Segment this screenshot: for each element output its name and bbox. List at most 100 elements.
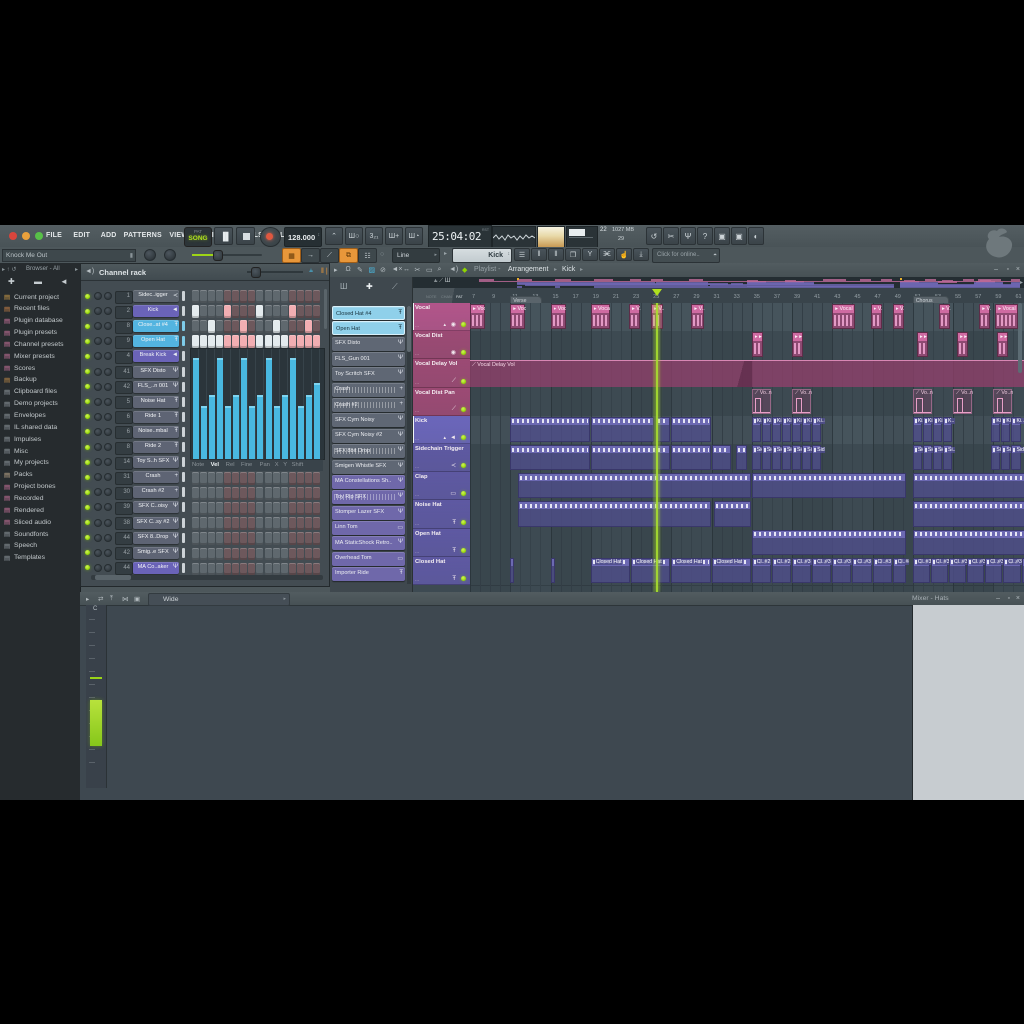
channel-target-box[interactable]: 30 bbox=[115, 487, 133, 500]
step-cell[interactable] bbox=[216, 487, 223, 500]
step-cell[interactable] bbox=[224, 502, 231, 515]
step-cell[interactable] bbox=[313, 472, 320, 485]
step-cell[interactable] bbox=[216, 532, 223, 545]
pattern-stepper[interactable]: ↕ bbox=[508, 251, 511, 257]
channel-button[interactable]: Smig..e SFXΨ bbox=[133, 547, 179, 559]
picker-item[interactable]: Smigen Whistle SFXΨ bbox=[332, 460, 405, 474]
undo-button[interactable]: ↺ bbox=[646, 227, 662, 245]
channel-volume-knob[interactable] bbox=[104, 428, 112, 436]
step-cell[interactable] bbox=[297, 532, 304, 545]
play-button[interactable]: ▐▌ bbox=[214, 227, 233, 245]
step-cell[interactable] bbox=[313, 563, 320, 576]
automation-icon[interactable]: ⟋ bbox=[452, 378, 456, 385]
mixer-minimize-button[interactable]: – bbox=[996, 595, 1000, 602]
picker-item[interactable]: Toy Scritch SFXΨ bbox=[332, 367, 405, 381]
velocity-bar[interactable] bbox=[249, 406, 255, 459]
pattern-clip[interactable]: Ki..#2 bbox=[991, 417, 1000, 442]
browser-item[interactable]: ▤Backup bbox=[0, 375, 80, 386]
detach-icon[interactable]: ▸ bbox=[86, 595, 89, 603]
master-volume-knob[interactable] bbox=[144, 249, 156, 261]
step-cell[interactable] bbox=[256, 517, 263, 530]
pattern-clip[interactable]: Cl..#3 bbox=[1003, 558, 1020, 583]
audio-clip[interactable]: ▸ V..l bbox=[629, 304, 640, 329]
pencil-tool-icon[interactable]: ✎ bbox=[357, 266, 363, 274]
step-cell[interactable] bbox=[281, 517, 288, 530]
picker-item[interactable]: Closed Hat #4Ŧ bbox=[332, 306, 405, 320]
channel-volume-knob[interactable] bbox=[104, 368, 112, 376]
channel-volume-knob[interactable] bbox=[104, 337, 112, 345]
channel-target-box[interactable]: 6 bbox=[115, 426, 133, 439]
pattern-selector[interactable]: Kick↕ bbox=[452, 248, 512, 263]
graph-target-y[interactable]: Y bbox=[283, 462, 287, 468]
step-cell[interactable] bbox=[224, 548, 231, 561]
channel-volume-knob[interactable] bbox=[104, 534, 112, 542]
audio-clip[interactable]: ▸ Vocal bbox=[591, 304, 610, 329]
pattern-clip[interactable] bbox=[671, 417, 710, 442]
picker-item[interactable]: SFX DistoΨ bbox=[332, 337, 405, 351]
channel-button[interactable]: Break Kick◄ bbox=[133, 350, 179, 362]
step-cell[interactable] bbox=[224, 532, 231, 545]
window-minimize-dot[interactable] bbox=[22, 232, 30, 240]
pattern-clip[interactable] bbox=[510, 445, 590, 470]
step-mode-icon[interactable]: ‖❘ bbox=[321, 267, 330, 275]
step-cell[interactable] bbox=[313, 517, 320, 530]
pattern-clip[interactable]: Sid..2 bbox=[923, 445, 932, 470]
pattern-clip[interactable] bbox=[518, 501, 710, 526]
tempo-stepper[interactable]: ↕ bbox=[318, 232, 321, 238]
pattern-clip[interactable]: Sid..2 bbox=[772, 445, 781, 470]
swing-slider-thumb[interactable] bbox=[251, 267, 261, 278]
channel-pan-knob[interactable] bbox=[94, 488, 102, 496]
step-cell[interactable] bbox=[192, 290, 199, 303]
pattern-clip[interactable] bbox=[913, 530, 1024, 555]
velocity-bar[interactable] bbox=[282, 395, 288, 459]
picker-item[interactable]: MA StaticShock Retro..Ψ bbox=[332, 536, 405, 550]
channel-led[interactable] bbox=[85, 565, 90, 570]
playhead-marker[interactable] bbox=[652, 289, 662, 296]
menu-item-file[interactable]: FILE bbox=[46, 232, 62, 239]
magnet-icon[interactable]: Ω bbox=[346, 266, 351, 273]
channel-volume-knob[interactable] bbox=[104, 413, 112, 421]
pattern-clip[interactable]: Cl..#3 bbox=[949, 558, 966, 583]
step-cell[interactable] bbox=[224, 320, 231, 333]
step-cell[interactable] bbox=[281, 532, 288, 545]
step-cell[interactable] bbox=[273, 517, 280, 530]
pattern-clip[interactable]: Ki..#2 bbox=[1011, 417, 1020, 442]
step-cell[interactable] bbox=[265, 290, 272, 303]
browser-tab-plugins[interactable]: ◄ bbox=[60, 277, 68, 286]
pattern-clip[interactable]: Sid..2 bbox=[792, 445, 801, 470]
audio-clip[interactable]: ▸ V..l bbox=[979, 304, 990, 329]
step-cell[interactable] bbox=[240, 502, 247, 515]
channel-pan-knob[interactable] bbox=[94, 383, 102, 391]
channel-led[interactable] bbox=[85, 550, 90, 555]
picker-item[interactable]: SFX Cym Noisy #2Ψ bbox=[332, 429, 405, 443]
browser-item[interactable]: ▤Current project bbox=[0, 292, 80, 303]
current-meter-block[interactable] bbox=[90, 700, 102, 746]
step-cell[interactable] bbox=[313, 502, 320, 515]
pattern-clip[interactable]: Sid..2 bbox=[1011, 445, 1020, 470]
step-cell[interactable] bbox=[305, 335, 312, 348]
channel-target-box[interactable]: 8 bbox=[115, 442, 133, 455]
step-cell[interactable] bbox=[273, 548, 280, 561]
step-cell[interactable] bbox=[240, 517, 247, 530]
step-cell[interactable] bbox=[281, 320, 288, 333]
step-cell[interactable] bbox=[208, 563, 215, 576]
channel-button[interactable]: SFX DistoΨ bbox=[133, 366, 179, 378]
step-cell[interactable] bbox=[208, 517, 215, 530]
pitch-slider-thumb[interactable] bbox=[213, 250, 223, 261]
picker-item[interactable]: FLS_Gun 001Ψ bbox=[332, 352, 405, 366]
browser-item[interactable]: ▤Plugin presets bbox=[0, 328, 80, 339]
pattern-clip[interactable]: Cl..#3 bbox=[873, 558, 892, 583]
playlist-breadcrumb-arrangement[interactable]: Arrangement bbox=[508, 266, 548, 273]
step-cell[interactable] bbox=[256, 502, 263, 515]
picker-item[interactable]: Crash #2+ bbox=[332, 398, 405, 412]
track-led[interactable] bbox=[461, 379, 466, 384]
step-cell[interactable] bbox=[200, 335, 207, 348]
audio-clip[interactable]: ▸ Vocal bbox=[832, 304, 855, 329]
step-cell[interactable] bbox=[192, 335, 199, 348]
step-cell[interactable] bbox=[305, 532, 312, 545]
browser-item[interactable]: ▤Sliced audio bbox=[0, 517, 80, 528]
pattern-clip[interactable] bbox=[913, 501, 1024, 526]
track-header-vocal[interactable]: Vocal...◉▴ bbox=[412, 303, 470, 331]
graph-mode-icon[interactable]: ⫨ bbox=[309, 267, 313, 275]
pattern-clip[interactable]: Cl..#3 bbox=[852, 558, 871, 583]
